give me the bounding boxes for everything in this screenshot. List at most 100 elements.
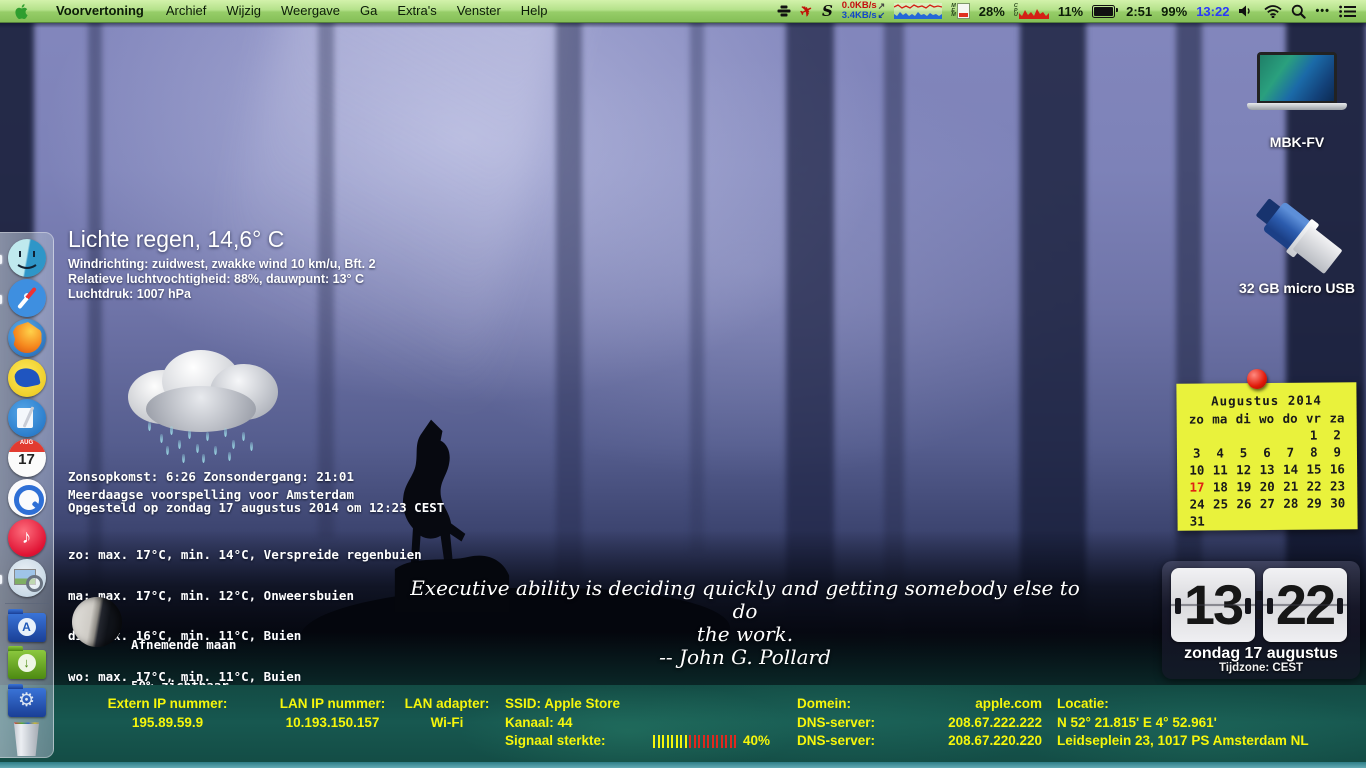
forecast-line: di: max. 16°C, min. 11°C, Buien [68, 628, 302, 643]
dock-item-utilities-folder[interactable]: ⚙ [6, 683, 48, 719]
dock-item-quicktime[interactable] [6, 479, 48, 517]
memory-indicator[interactable]: MEM [951, 3, 970, 19]
preview-running-indicator [0, 575, 2, 584]
calendar-cell: 8 [1309, 444, 1318, 460]
menu-wijzig[interactable]: Wijzig [216, 0, 271, 22]
calendar-today-cell: 17 [1189, 479, 1205, 495]
calendar-cell [1232, 513, 1256, 528]
calendar-day-header: za [1329, 410, 1345, 426]
downloads-folder-icon: ↓ [7, 646, 46, 680]
volume-icon[interactable] [1238, 4, 1255, 18]
dock-item-preview[interactable] [0, 559, 48, 597]
calendar-cell: 6 [1263, 444, 1271, 461]
little-snitch-plane-icon[interactable]: ✈ [797, 0, 816, 22]
cpu-indicator[interactable]: CPU [1014, 3, 1049, 19]
calendar-sticky-note: Augustus 2014 zo ma di wo do vr za 1 2 3 4 5 6 7 8 9 10 1… [1176, 382, 1358, 531]
more-menu-icon[interactable]: ••• [1315, 5, 1330, 17]
usb-label[interactable]: 32 GB micro USB [1217, 280, 1366, 296]
menu-venster[interactable]: Venster [447, 0, 511, 22]
signal-bar-red [707, 734, 709, 748]
calendar-cell: 22 [1306, 478, 1322, 494]
battery-time: 2:51 [1126, 3, 1153, 19]
calendar-cell: 18 [1212, 479, 1228, 495]
wifi-icon[interactable] [1264, 4, 1283, 18]
calendar-cell: 1 [1309, 427, 1318, 443]
blinds-menu-icon[interactable] [777, 4, 791, 18]
spotlight-search-icon[interactable] [1291, 4, 1307, 19]
address: Leidseplein 23, 1017 PS Amsterdam NL [1057, 733, 1309, 748]
signal-percent: 40% [743, 733, 771, 748]
calendar-day-header: vr [1305, 410, 1322, 426]
apple-menu-icon[interactable] [14, 3, 30, 20]
dock-item-finder[interactable] [0, 239, 48, 277]
calendar-day-header: wo [1259, 410, 1275, 427]
notification-center-icon[interactable] [1339, 5, 1356, 18]
calendar-cell: 2 [1333, 427, 1341, 443]
desktop-icon-macbook[interactable] [1247, 52, 1347, 118]
flip-clock-widget: 13 22 zondag 17 augustus Tijdzone: CEST [1162, 561, 1360, 679]
s-menu-icon[interactable]: S [822, 2, 833, 20]
calendar-day-header: do [1282, 410, 1298, 426]
signal-bar-yellow [662, 734, 664, 748]
battery-icon[interactable] [1092, 4, 1119, 18]
calendar-cell: 31 [1189, 513, 1205, 529]
network-speed-indicator[interactable]: 0.0KB/s 3.4KB/s ↗ ↙ [842, 1, 885, 21]
extern-ip-value: 195.89.59.9 [131, 714, 204, 730]
signal-bar-red [693, 734, 696, 748]
dock-item-downloads-folder[interactable]: ↓ [6, 646, 48, 682]
signal-bar-yellow [666, 734, 669, 748]
calendar-cell: 23 [1329, 478, 1346, 494]
calendar-cell: 28 [1283, 495, 1299, 511]
calendar-month-title: Augustus 2014 [1211, 392, 1322, 409]
calendar-cell: 21 [1283, 478, 1299, 494]
calendar-cell [1255, 428, 1279, 443]
calendar-cell: 13 [1259, 461, 1275, 478]
menu-ga[interactable]: Ga [350, 0, 387, 22]
dock-item-itunes[interactable]: ♪ [6, 519, 48, 557]
weather-wind: Windrichting: zuidwest, zwakke wind 10 k… [68, 257, 376, 271]
calendar-grid: zo ma di wo do vr za 1 2 3 4 5 6 7 8 9 10 11 12 13 14 15 16 17 1… [1185, 410, 1350, 528]
dock-item-trash[interactable] [6, 722, 48, 757]
calendar-cell: 19 [1236, 479, 1252, 495]
extern-ip-block: Extern IP nummer: 195.89.59.9 [70, 695, 265, 732]
calendar-cell: 25 [1212, 496, 1229, 512]
weather-pressure: Luchtdruk: 1007 hPa [68, 287, 191, 301]
menubar-clock[interactable]: 13:22 [1196, 4, 1229, 19]
dock-item-applications-folder[interactable]: A [6, 609, 48, 645]
dock-item-firefox[interactable] [6, 319, 48, 357]
dock-item-thunderbird[interactable] [6, 359, 48, 397]
dock-item-documents-app[interactable] [6, 399, 48, 437]
dock-item-safari[interactable] [0, 279, 48, 317]
menu-extras[interactable]: Extra's [387, 0, 446, 22]
macbook-label[interactable]: MBK-FV [1217, 134, 1366, 150]
itunes-icon: ♪ [7, 519, 46, 557]
domein-value: apple.com [975, 696, 1042, 711]
trash-icon [13, 722, 40, 757]
menu-archief[interactable]: Archief [156, 0, 216, 22]
forecast-line: wo: max. 17°C, min. 11°C, Buien [68, 668, 302, 684]
quote-line: the work. [696, 622, 794, 646]
dns1-value: 208.67.222.222 [948, 714, 1042, 730]
quote-of-the-day: Executive ability is deciding quickly an… [400, 577, 1090, 669]
signal-bar-red [716, 734, 718, 748]
forecast-issued: Opgesteld op zondag 17 augustus 2014 om … [68, 500, 445, 515]
menu-help[interactable]: Help [511, 0, 558, 22]
menu-weergave[interactable]: Weergave [271, 0, 350, 22]
network-history-graph-icon[interactable] [894, 3, 943, 19]
domein-label: Domein: [797, 696, 851, 711]
dock-item-calendar[interactable]: AUG 17 [6, 439, 48, 477]
calendar-cell [1209, 513, 1233, 528]
forecast-line: ma: max. 17°C, min. 12°C, Onweersbuien [68, 587, 354, 603]
flip-clock-hours: 13 [1171, 568, 1255, 642]
safari-icon [7, 279, 46, 317]
thunderbird-icon [7, 359, 46, 397]
menu-app-name[interactable]: Voorvertoning [46, 0, 156, 22]
applications-folder-icon: A [7, 609, 46, 643]
calendar-day-header: di [1235, 411, 1251, 427]
forecast-line: zo: max. 17°C, min. 14°C, Verspreide reg… [68, 547, 422, 562]
signal-bar-red [725, 734, 727, 748]
preview-icon [7, 559, 46, 597]
signal-bar-yellow [684, 734, 687, 748]
lan-adapter-block: LAN adapter: Wi-Fi [382, 695, 512, 732]
signal-bar-red [729, 734, 732, 748]
